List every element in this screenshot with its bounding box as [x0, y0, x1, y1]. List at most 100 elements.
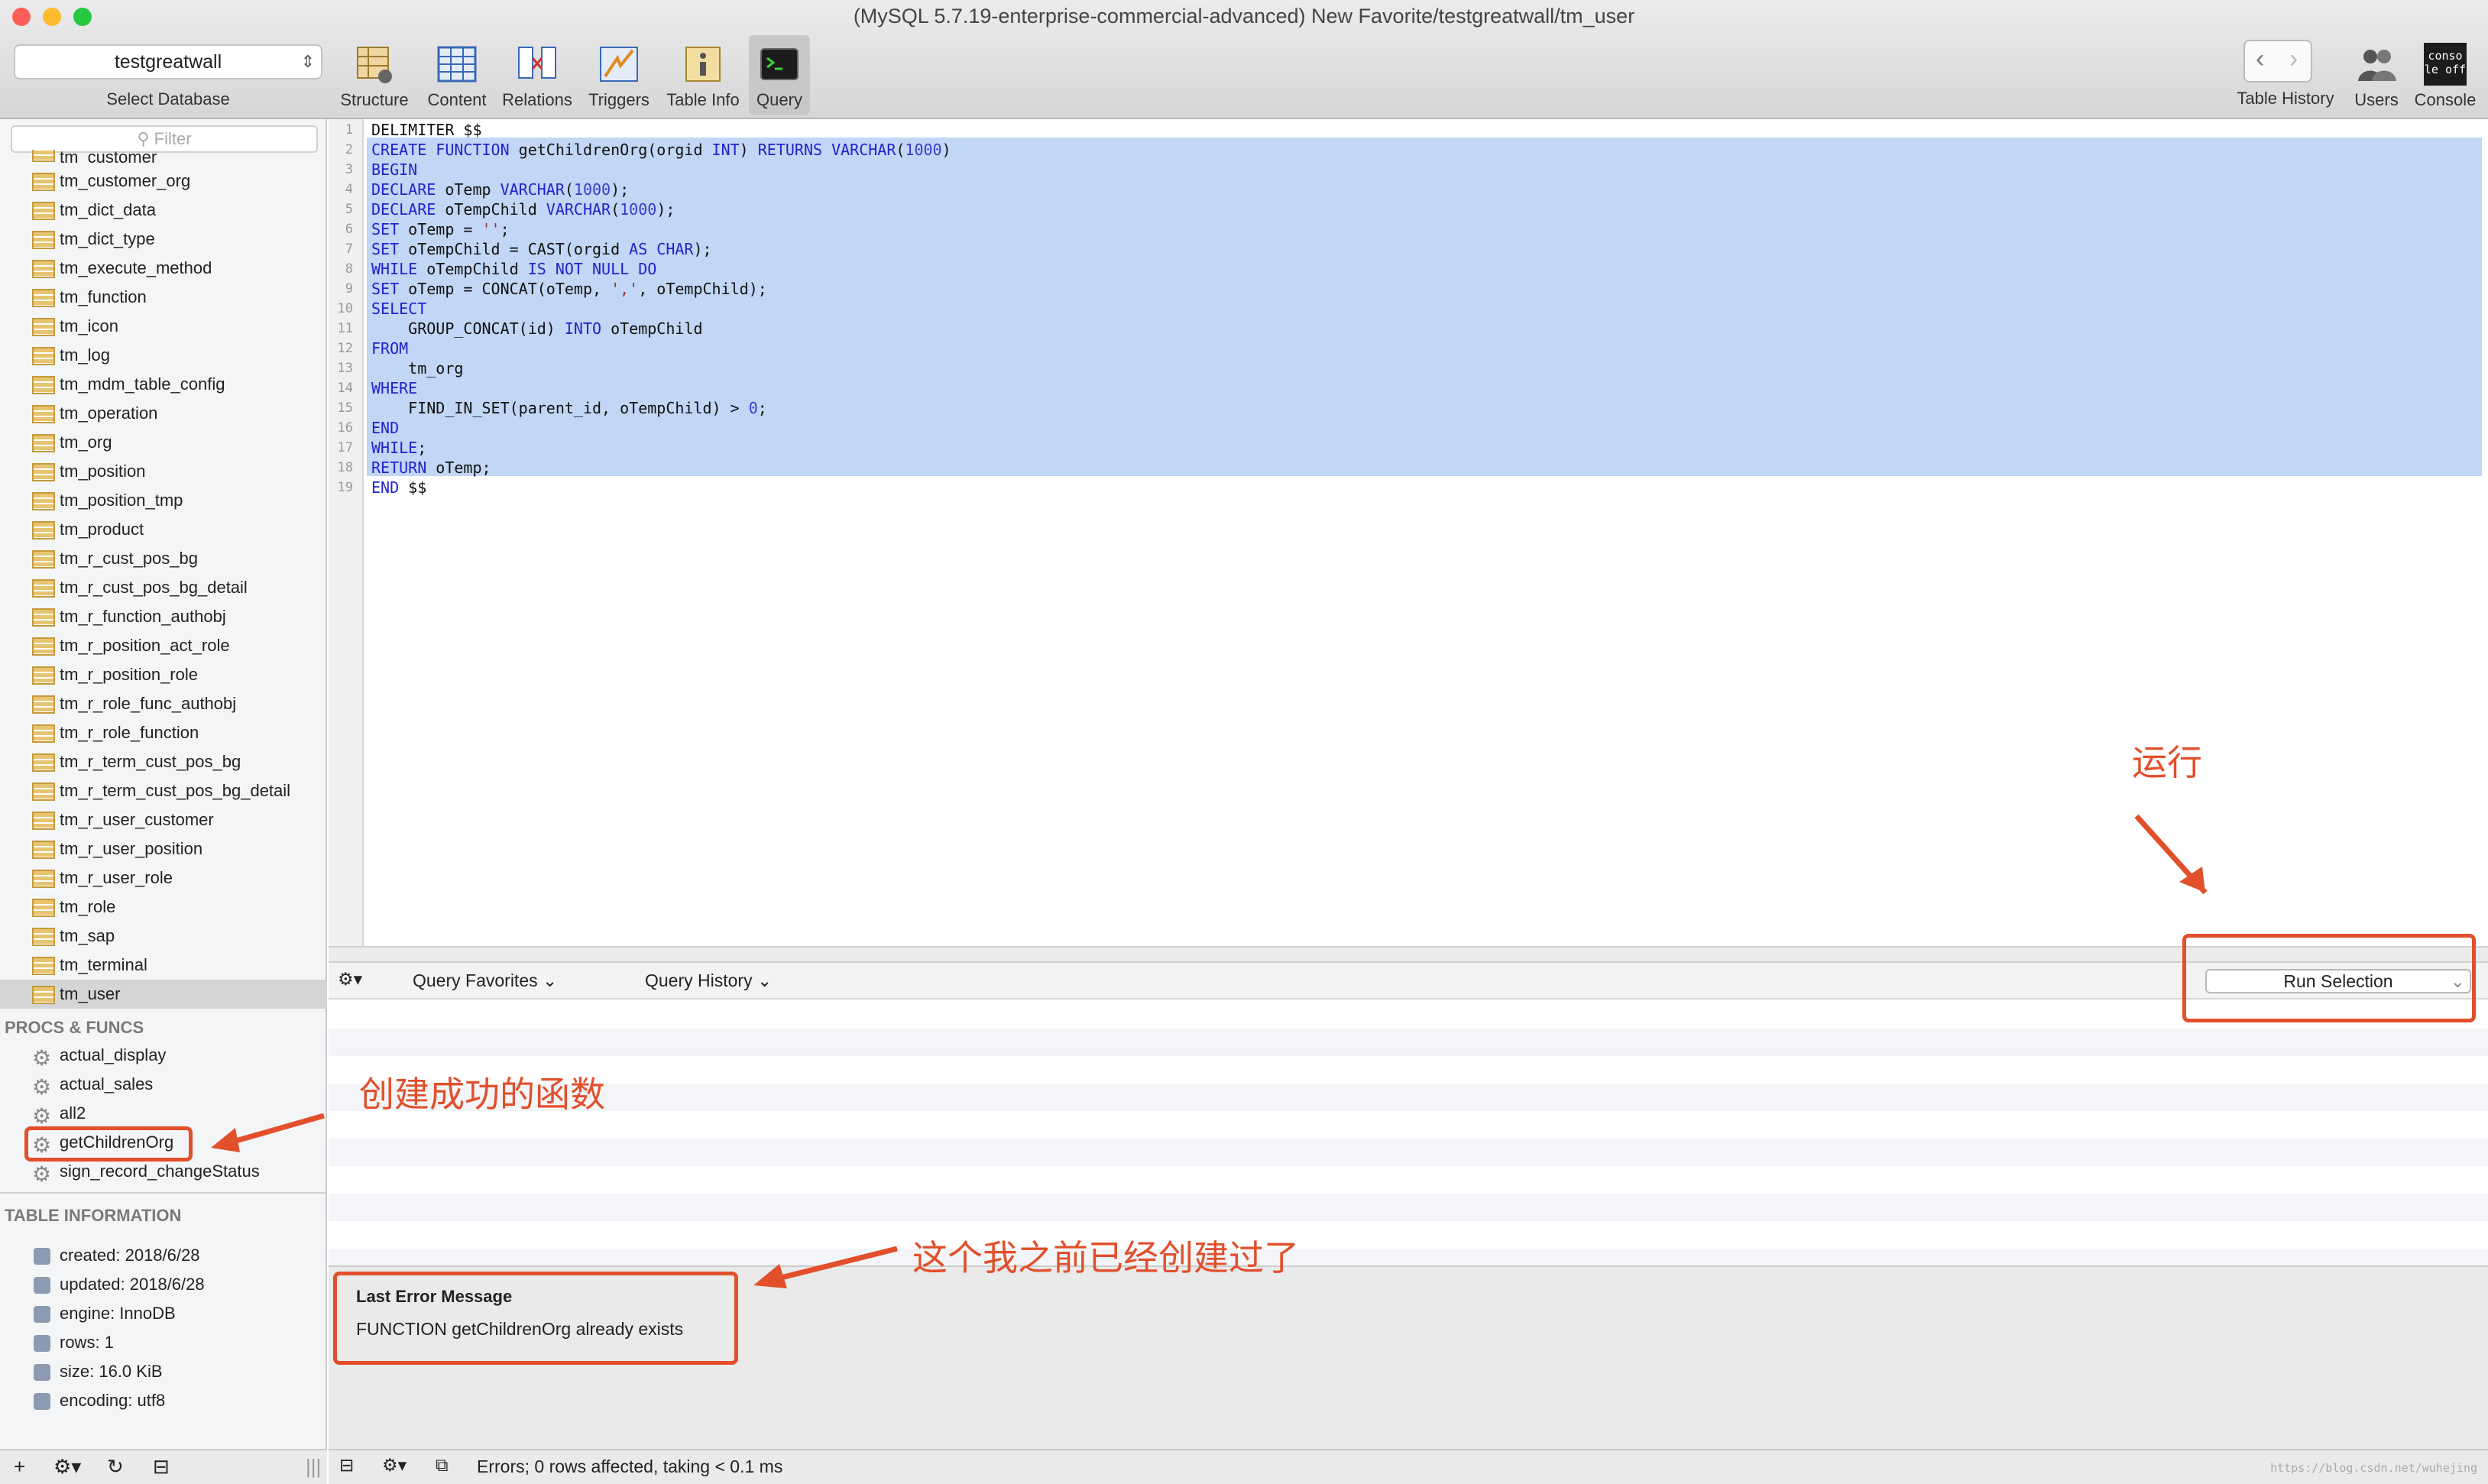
proc-item[interactable]: ⚙ all2 [0, 1099, 86, 1128]
gear-icon[interactable]: ⚙▾ [53, 1455, 81, 1479]
table-item[interactable]: tm_sap [0, 922, 327, 951]
code-token: DECLARE [371, 180, 436, 199]
proc-item[interactable]: ⚙ actual_sales [0, 1070, 153, 1099]
code-line: WHERE [371, 379, 417, 397]
table-item[interactable]: tm_function [0, 283, 327, 312]
proc-item[interactable]: ⚙ actual_display [0, 1041, 166, 1070]
table-item[interactable]: tm_r_user_role [0, 864, 327, 893]
table-item-label: tm_r_user_position [60, 839, 203, 858]
table-item[interactable]: tm_r_role_function [0, 718, 327, 747]
table-item[interactable]: tm_org [0, 428, 327, 457]
line-number: 19 [337, 480, 353, 495]
table-item[interactable]: tm_role [0, 893, 327, 922]
info-icon [34, 1364, 50, 1381]
code-token: , oTempChild); [638, 280, 767, 298]
table-info-item: encoding: utf8 [0, 1386, 165, 1415]
structure-icon [357, 47, 392, 83]
content-tab[interactable]: Content [420, 35, 494, 115]
table-item-label: tm_org [60, 433, 112, 452]
table-item[interactable]: tm_r_user_customer [0, 805, 327, 834]
split-divider[interactable] [329, 946, 2488, 963]
table-info-tab-label: Table Info [666, 90, 740, 109]
table-info-tab[interactable]: Table Info [662, 35, 744, 115]
code-token: WHILE [371, 439, 418, 457]
copy-icon[interactable]: ⧉ [436, 1455, 448, 1476]
line-number: 10 [337, 301, 353, 316]
code-token: BEGIN [371, 160, 418, 179]
toggle-panel-icon[interactable]: ⊟ [339, 1455, 354, 1476]
table-item-label: tm_log [60, 345, 111, 365]
line-number: 7 [345, 241, 353, 257]
table-item[interactable]: tm_r_role_func_authobj [0, 689, 327, 718]
query-favorites-menu[interactable]: Query Favorites ⌄ [413, 970, 557, 991]
code-token: ); [693, 240, 712, 258]
table-icon [32, 521, 55, 539]
table-item[interactable]: tm_position_tmp [0, 486, 327, 515]
table-info-icon [685, 47, 721, 82]
table-info-item: size: 16.0 KiB [0, 1357, 163, 1386]
table-info-header: TABLE INFORMATION [5, 1206, 182, 1225]
table-item[interactable]: tm_mdm_table_config [0, 370, 327, 399]
gear-icon[interactable]: ⚙▾ [338, 969, 362, 990]
annotation-arrow [2134, 814, 2208, 895]
table-item[interactable]: tm_r_position_act_role [0, 631, 327, 660]
table-item-label: tm_dict_data [60, 200, 156, 219]
table-item[interactable]: tm_r_term_cust_pos_bg_detail [0, 776, 327, 805]
table-item[interactable]: tm_execute_method [0, 254, 327, 283]
table-item-partial[interactable]: tm_customer [0, 150, 327, 165]
table-item[interactable]: tm_log [0, 341, 327, 370]
add-icon[interactable]: + [14, 1455, 25, 1479]
table-item[interactable]: tm_r_position_role [0, 660, 327, 689]
table-item[interactable]: tm_operation [0, 399, 327, 428]
table-item[interactable]: tm_r_term_cust_pos_bg [0, 747, 327, 776]
console-button[interactable]: conso le off Console [2412, 35, 2479, 115]
results-table[interactable] [329, 1001, 2488, 1265]
gear-icon[interactable]: ⚙▾ [382, 1455, 407, 1476]
toggle-panel-icon[interactable]: ⊟ [153, 1455, 170, 1479]
table-item[interactable]: tm_r_function_authobj [0, 602, 327, 631]
table-icon [32, 724, 55, 743]
table-history-label[interactable]: Table History [2230, 89, 2341, 112]
table-icon [32, 202, 55, 220]
table-item-label: tm_r_term_cust_pos_bg [60, 752, 241, 771]
table-item[interactable]: tm_user [0, 980, 327, 1009]
table-icon [32, 289, 55, 307]
resize-handle-icon[interactable]: ||| [306, 1455, 321, 1479]
code-token: FIND_IN_SET(parent_id, oTempChild) > [371, 399, 749, 417]
refresh-icon[interactable]: ↻ [107, 1455, 124, 1479]
table-item[interactable]: tm_r_cust_pos_bg_detail [0, 573, 327, 602]
table-item[interactable]: tm_dict_type [0, 225, 327, 254]
code-line: DELIMITER $$ [371, 121, 482, 139]
filter-input[interactable]: ⚲ Filter [11, 125, 318, 153]
info-icon [34, 1335, 50, 1352]
table-item-label: tm_user [60, 984, 121, 1003]
query-tab[interactable]: Query [749, 35, 810, 115]
table-item-label: tm_customer_org [60, 171, 191, 190]
table-item[interactable]: tm_dict_data [0, 196, 327, 225]
table-item[interactable]: tm_product [0, 515, 327, 544]
users-button[interactable]: Users [2344, 35, 2409, 115]
table-item[interactable]: tm_r_user_position [0, 834, 327, 864]
code-token: oTemp; [426, 458, 491, 477]
table-icon [32, 753, 55, 772]
forward-arrow-icon[interactable]: › [2289, 44, 2298, 74]
search-icon: ⚲ [137, 129, 154, 148]
relations-tab[interactable]: Relations [498, 35, 576, 115]
table-icon [32, 637, 55, 656]
table-item[interactable]: tm_position [0, 457, 327, 486]
table-item[interactable]: tm_customer_org [0, 167, 327, 196]
table-item[interactable]: tm_r_cust_pos_bg [0, 544, 327, 573]
table-item[interactable]: tm_icon [0, 312, 327, 341]
table-item[interactable]: tm_terminal [0, 951, 327, 980]
triggers-tab[interactable]: Triggers [581, 35, 657, 115]
getchildrenorg-highlight [24, 1126, 193, 1162]
code-line: SELECT [371, 300, 426, 318]
code-token: ; [757, 399, 767, 417]
query-history-menu[interactable]: Query History ⌄ [645, 970, 772, 991]
structure-tab[interactable]: Structure [333, 35, 416, 115]
database-select[interactable]: testgreatwall ⇕ [14, 44, 322, 79]
back-arrow-icon[interactable]: ‹ [2256, 44, 2264, 74]
window-title: (MySQL 5.7.19-enterprise-commercial-adva… [853, 5, 1635, 28]
code-line: END $$ [371, 478, 426, 497]
table-icon [32, 260, 55, 278]
